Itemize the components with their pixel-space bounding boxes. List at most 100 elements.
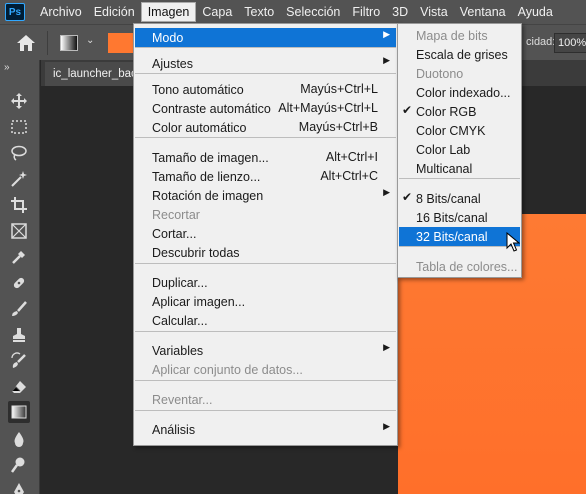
modo-menu-item-color-lab[interactable]: Color Lab (399, 140, 520, 159)
modo-menu-item-tabla-de-colores[interactable]: Tabla de colores... (399, 257, 520, 276)
menu-item-label: Reventar... (152, 392, 213, 407)
brush-icon[interactable] (8, 298, 30, 320)
modo-menu-item-multicanal[interactable]: Multicanal (399, 159, 520, 178)
menu-item-label: Color CMYK (416, 123, 486, 138)
magic-wand-icon[interactable] (8, 168, 30, 190)
imagen-menu-item-calcular[interactable]: Calcular... (135, 311, 396, 330)
imagen-menu-item-rotacion-de-imagen[interactable]: Rotación de imagen ▶ (135, 186, 396, 205)
menu-vista[interactable]: Vista (414, 2, 454, 22)
menu-ayuda[interactable]: Ayuda (512, 2, 559, 22)
modo-menu-item-8-bits-canal[interactable]: ✔ 8 Bits/canal (399, 189, 520, 208)
menu-item-label: Escala de grises (416, 47, 508, 62)
imagen-menu-item-variables[interactable]: Variables ▶ (135, 341, 396, 360)
document-tab[interactable]: ic_launcher_background (45, 62, 141, 86)
gradient-icon[interactable] (8, 401, 30, 423)
modo-menu-item-color-indexado[interactable]: Color indexado... (399, 83, 520, 102)
opacity-label: cidad: (526, 36, 556, 48)
imagen-menu-item-tamano-de-lienzo[interactable]: Tamaño de lienzo... Alt+Ctrl+C (135, 167, 396, 186)
lasso-icon[interactable] (8, 142, 30, 164)
modo-menu-item-color-cmyk[interactable]: Color CMYK (399, 121, 520, 140)
modo-menu-item-escala-de-grises[interactable]: Escala de grises (399, 45, 520, 64)
home-icon[interactable] (16, 34, 36, 52)
modo-menu-item-32-bits-canal[interactable]: 32 Bits/canal (399, 227, 520, 246)
menu-item-label: 8 Bits/canal (416, 191, 481, 206)
menu-item-label: Aplicar imagen... (152, 294, 246, 309)
menu-separator (135, 137, 396, 138)
eraser-icon[interactable] (8, 376, 30, 398)
modo-submenu-dropdown: Mapa de bits Escala de grises Duotono Color… (397, 23, 522, 278)
imagen-menu-item-contraste-automatico[interactable]: Contraste automático Alt+Mayús+Ctrl+L (135, 99, 396, 118)
imagen-menu-item-recortar[interactable]: Recortar (135, 205, 396, 224)
modo-menu-item-16-bits-canal[interactable]: 16 Bits/canal (399, 208, 520, 227)
mouse-cursor-icon (506, 232, 520, 252)
menu-item-label: Mapa de bits (416, 28, 488, 43)
checkmark-icon: ✔ (402, 103, 413, 117)
menu-item-label: Duotono (416, 66, 464, 81)
imagen-menu-item-modo[interactable]: Modo ▶ (135, 28, 396, 47)
imagen-menu-item-color-automatico[interactable]: Color automático Mayús+Ctrl+B (135, 118, 396, 137)
marquee-icon[interactable] (8, 116, 30, 138)
menu-separator (135, 73, 396, 74)
menu-item-label: Análisis (152, 422, 196, 437)
menu-item-shortcut: Alt+Ctrl+I (325, 150, 378, 164)
imagen-menu-item-duplicar[interactable]: Duplicar... (135, 273, 396, 292)
menu-separator (135, 380, 396, 381)
menu-item-label: Multicanal (416, 161, 473, 176)
crop-icon[interactable] (8, 194, 30, 216)
modo-menu-item-mapa-de-bits[interactable]: Mapa de bits (399, 26, 520, 45)
pen-icon[interactable] (8, 480, 30, 494)
menu-item-shortcut: Alt+Mayús+Ctrl+L (278, 101, 378, 115)
menu-item-label: Calcular... (152, 313, 208, 328)
menu-item-label: Tabla de colores... (416, 259, 518, 274)
menu-ventana[interactable]: Ventana (454, 2, 512, 22)
imagen-menu-item-aplicar-imagen[interactable]: Aplicar imagen... (135, 292, 396, 311)
menu-texto[interactable]: Texto (238, 2, 280, 22)
dodge-icon[interactable] (8, 454, 30, 476)
imagen-menu-item-descubrir-todas[interactable]: Descubrir todas (135, 243, 396, 262)
menu-item-label: Ajustes (152, 56, 193, 71)
menu-item-shortcut: Mayús+Ctrl+B (298, 120, 378, 134)
menu-separator (135, 263, 396, 264)
menu-item-label: Aplicar conjunto de datos... (152, 362, 303, 377)
submenu-arrow-icon: ▶ (383, 342, 390, 352)
gradient-preset-swatch[interactable] (60, 35, 78, 51)
frame-icon[interactable] (8, 220, 30, 242)
imagen-menu-item-reventar[interactable]: Reventar... (135, 390, 396, 409)
move-icon[interactable] (8, 90, 30, 112)
history-brush-icon[interactable] (8, 350, 30, 372)
imagen-menu-item-ajustes[interactable]: Ajustes ▶ (135, 54, 396, 73)
panel-collapse-icon[interactable]: » (4, 62, 9, 73)
menu-item-label: Variables (152, 343, 204, 358)
imagen-menu-item-analisis[interactable]: Análisis ▶ (135, 420, 396, 439)
blur-icon[interactable] (8, 428, 30, 450)
menu-item-shortcut: Alt+Ctrl+C (320, 169, 378, 183)
menu-item-label: Descubrir todas (152, 245, 240, 260)
clone-stamp-icon[interactable] (8, 324, 30, 346)
menu-seleccion[interactable]: Selección (280, 2, 346, 22)
imagen-menu-item-cortar[interactable]: Cortar... (135, 224, 396, 243)
gradient-color-swatch[interactable] (108, 33, 134, 53)
menu-item-shortcut: Mayús+Ctrl+L (300, 82, 378, 96)
menu-capa[interactable]: Capa (196, 2, 238, 22)
eyedropper-icon[interactable] (8, 246, 30, 268)
menu-separator (135, 47, 396, 48)
imagen-menu-item-tono-automatico[interactable]: Tono automático Mayús+Ctrl+L (135, 80, 396, 99)
menu-archivo[interactable]: Archivo (34, 2, 88, 22)
opacity-input[interactable]: 100% (554, 33, 586, 53)
chevron-down-icon[interactable]: ⌄ (86, 35, 94, 46)
menu-filtro[interactable]: Filtro (346, 2, 386, 22)
modo-menu-item-duotono[interactable]: Duotono (399, 64, 520, 83)
submenu-arrow-icon: ▶ (383, 187, 390, 197)
menu-item-label: Recortar (152, 207, 200, 222)
healing-brush-icon[interactable] (8, 272, 30, 294)
menu-edicion[interactable]: Edición (88, 2, 141, 22)
imagen-menu-item-tamano-de-imagen[interactable]: Tamaño de imagen... Alt+Ctrl+I (135, 148, 396, 167)
menu-imagen[interactable]: Imagen (140, 2, 197, 22)
imagen-menu-item-aplicar-conjunto-de-datos[interactable]: Aplicar conjunto de datos... (135, 360, 396, 379)
menu-item-label: Color RGB (416, 104, 477, 119)
menu-item-label: 32 Bits/canal (416, 229, 488, 244)
modo-menu-item-color-rgb[interactable]: ✔ Color RGB (399, 102, 520, 121)
menu-separator (135, 410, 396, 411)
menu-3d[interactable]: 3D (386, 2, 414, 22)
menu-separator (135, 331, 396, 332)
